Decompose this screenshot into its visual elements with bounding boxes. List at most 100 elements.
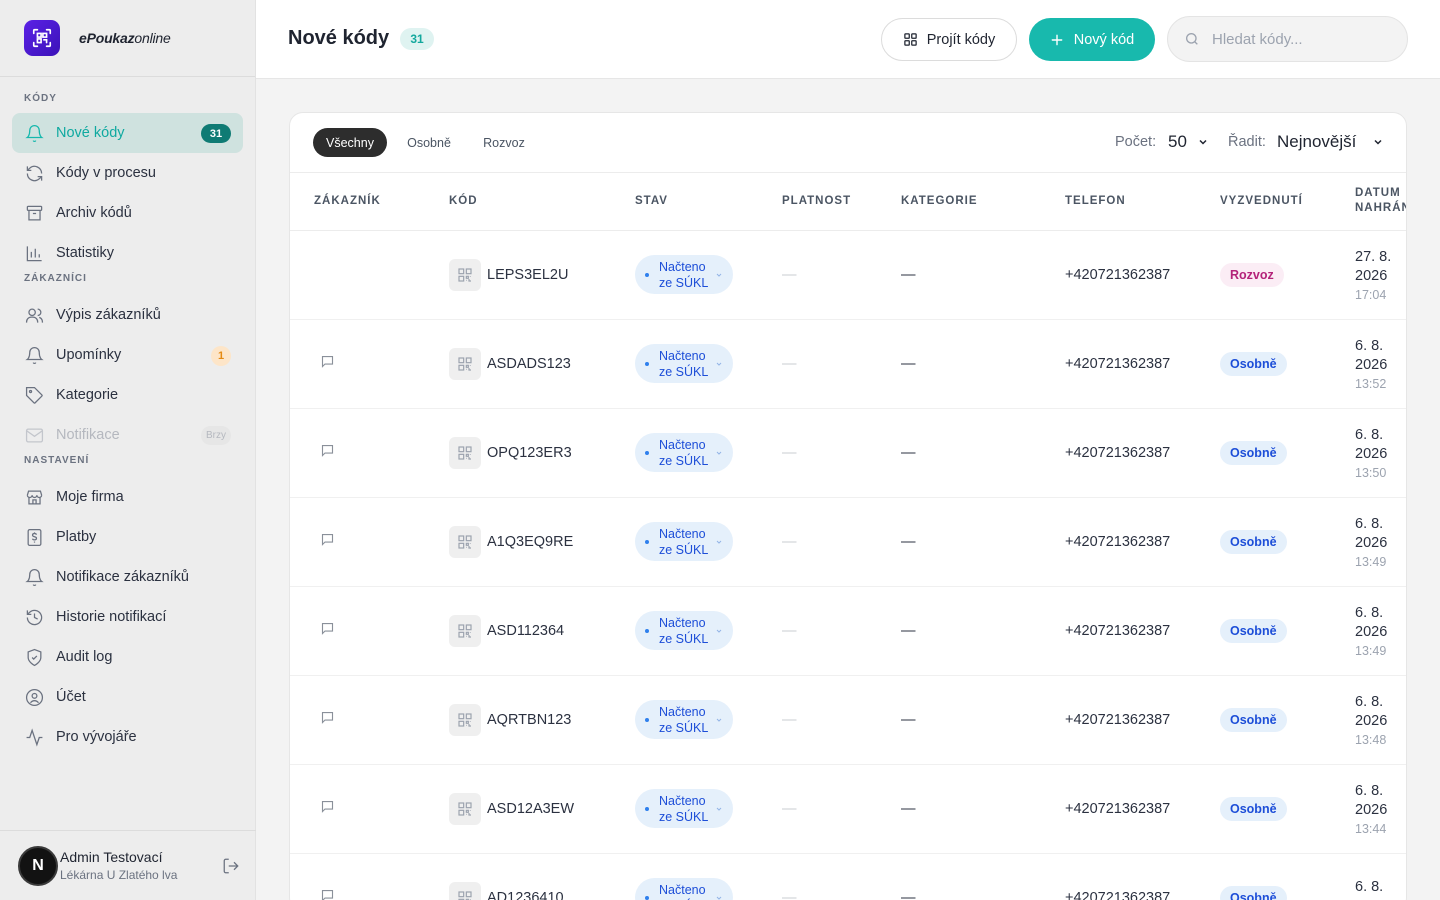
brand-name: ePoukazonline (79, 30, 171, 46)
qr-code-icon[interactable] (449, 703, 481, 736)
refresh-icon (24, 163, 44, 183)
comment-icon[interactable] (320, 888, 335, 900)
status-select[interactable]: Načteno ze SÚKL (635, 433, 733, 472)
search-input[interactable] (1212, 30, 1392, 48)
column-header[interactable]: ZÁKAZNÍK (290, 173, 449, 231)
page-size-select[interactable]: 50 (1168, 132, 1209, 152)
table-row[interactable]: OPQ123ER3 Načteno ze SÚKL — — +420721362387 O… (290, 408, 1406, 498)
comment-icon[interactable] (320, 532, 335, 547)
column-header[interactable]: KÓD (449, 173, 635, 231)
status-select[interactable]: Načteno ze SÚKL (635, 344, 733, 383)
sidebar-item-categories[interactable]: Kategorie (12, 375, 243, 415)
column-header[interactable]: TELEFON (1065, 173, 1220, 231)
comment-icon[interactable] (320, 621, 335, 636)
filter-chip-personal[interactable]: Osobně (394, 128, 464, 157)
qr-code-icon[interactable] (449, 258, 481, 291)
code-cell[interactable]: A1Q3EQ9RE (449, 525, 635, 558)
customer-cell (290, 319, 449, 409)
logout-icon[interactable] (222, 857, 240, 880)
table-row[interactable]: LEPS3EL2U Načteno ze SÚKL — — +420721362387 R… (290, 230, 1406, 320)
comment-icon[interactable] (320, 799, 335, 814)
sidebar-item-archive[interactable]: Archiv kódů (12, 193, 243, 233)
table-row[interactable]: A1Q3EQ9RE Načteno ze SÚKL — — +420721362387 O… (290, 497, 1406, 587)
sidebar-item-payments[interactable]: Platby (12, 517, 243, 557)
comment-icon[interactable] (320, 354, 335, 369)
user-profile[interactable]: N Admin Testovací Lékárna U Zlatého lva (0, 830, 256, 900)
code-cell[interactable]: AD1236410 (449, 881, 635, 900)
upload-time: 13:52 (1355, 376, 1387, 391)
browse-codes-button[interactable]: Projít kódy (881, 18, 1017, 61)
status-dot (645, 361, 649, 366)
chevron-down-icon (715, 449, 723, 457)
top-header: Nové kódy 31 Projít kódy Nový kód (256, 0, 1440, 79)
table-row[interactable]: AD1236410 Načteno ze SÚKL — — +420721362387 O… (290, 853, 1406, 900)
customer-cell (290, 586, 449, 676)
sidebar-item-my-company[interactable]: Moje firma (12, 477, 243, 517)
sidebar-item-audit-log[interactable]: Audit log (12, 637, 243, 677)
column-header[interactable]: PLATNOST (782, 173, 901, 231)
status-select[interactable]: Načteno ze SÚKL (635, 789, 733, 828)
count-badge: 1 (211, 346, 231, 366)
status-select[interactable]: Načteno ze SÚKL (635, 878, 733, 900)
sidebar-item-codes-in-process[interactable]: Kódy v procesu (12, 153, 243, 193)
code-cell[interactable]: OPQ123ER3 (449, 436, 635, 469)
comment-icon[interactable] (320, 443, 335, 458)
search-box[interactable] (1167, 16, 1408, 62)
qr-code-icon[interactable] (449, 614, 481, 647)
status-dot (645, 806, 649, 811)
pickup-badge: Rozvoz (1220, 262, 1284, 287)
filter-chip-all[interactable]: Všechny (313, 128, 387, 157)
new-code-button[interactable]: Nový kód (1029, 18, 1155, 61)
pickup-badge: Osobně (1220, 796, 1287, 821)
count-badge: 31 (400, 28, 434, 50)
code-cell[interactable]: LEPS3EL2U (449, 258, 635, 291)
qr-code-icon[interactable] (449, 436, 481, 469)
status-select[interactable]: Načteno ze SÚKL (635, 700, 733, 739)
pickup-badge: Osobně (1220, 618, 1287, 643)
sidebar-item-customers[interactable]: Výpis zákazníků (12, 295, 243, 335)
sidebar-item-new-codes[interactable]: Nové kódy 31 (12, 113, 243, 153)
status-label: Načteno ze SÚKL (659, 526, 709, 557)
sidebar-item-label: Výpis zákazníků (56, 307, 161, 323)
chevron-down-icon (1197, 136, 1209, 148)
table-row[interactable]: ASD12A3EW Načteno ze SÚKL — — +420721362387 O… (290, 764, 1406, 854)
code-cell[interactable]: ASDADS123 (449, 347, 635, 380)
status-select[interactable]: Načteno ze SÚKL (635, 611, 733, 650)
qr-code-icon[interactable] (449, 525, 481, 558)
phone-value: +420721362387 (1065, 355, 1171, 372)
sidebar-item-account[interactable]: Účet (12, 677, 243, 717)
code-cell[interactable]: AQRTBN123 (449, 703, 635, 736)
code-cell[interactable]: ASD112364 (449, 614, 635, 647)
chevron-down-icon (715, 538, 723, 546)
sidebar: ePoukazonline KÓDY Nové kódy 31 Kódy v p… (0, 0, 256, 900)
sidebar-item-label: Moje firma (56, 489, 124, 505)
qr-code-icon[interactable] (449, 347, 481, 380)
phone-value: +420721362387 (1065, 444, 1171, 461)
sort-select[interactable]: Nejnovější (1277, 132, 1384, 152)
status-label: Načteno ze SÚKL (659, 882, 708, 900)
sidebar-item-label: Účet (56, 689, 86, 705)
column-header[interactable]: DATUM NAHRÁNÍ (1355, 173, 1406, 231)
table-row[interactable]: AQRTBN123 Načteno ze SÚKL — — +420721362387 O… (290, 675, 1406, 765)
sidebar-item-label: Statistiky (56, 245, 115, 261)
history-icon (24, 607, 44, 627)
sidebar-item-customer-notifications[interactable]: Notifikace zákazníků (12, 557, 243, 597)
upload-date: 6. 8. 2026 (1355, 337, 1388, 374)
sidebar-item-notification-history[interactable]: Historie notifikací (12, 597, 243, 637)
column-header[interactable]: STAV (635, 173, 782, 231)
qr-code-icon[interactable] (449, 881, 481, 900)
column-header[interactable]: VYZVEDNUTÍ (1220, 173, 1355, 231)
status-select[interactable]: Načteno ze SÚKL (635, 522, 733, 561)
qr-code-icon[interactable] (449, 792, 481, 825)
sidebar-item-reminders[interactable]: Upomínky 1 (12, 335, 243, 375)
table-row[interactable]: ASDADS123 Načteno ze SÚKL — — +420721362387 O… (290, 319, 1406, 409)
brand[interactable]: ePoukazonline (0, 0, 255, 77)
sidebar-item-statistics[interactable]: Statistiky (12, 233, 243, 273)
table-row[interactable]: ASD112364 Načteno ze SÚKL — — +420721362387 O… (290, 586, 1406, 676)
code-cell[interactable]: ASD12A3EW (449, 792, 635, 825)
status-select[interactable]: Načteno ze SÚKL (635, 255, 733, 294)
filter-chip-delivery[interactable]: Rozvoz (471, 128, 537, 157)
sidebar-item-developers[interactable]: Pro vývojáře (12, 717, 243, 757)
column-header[interactable]: KATEGORIE (901, 173, 1065, 231)
comment-icon[interactable] (320, 710, 335, 725)
